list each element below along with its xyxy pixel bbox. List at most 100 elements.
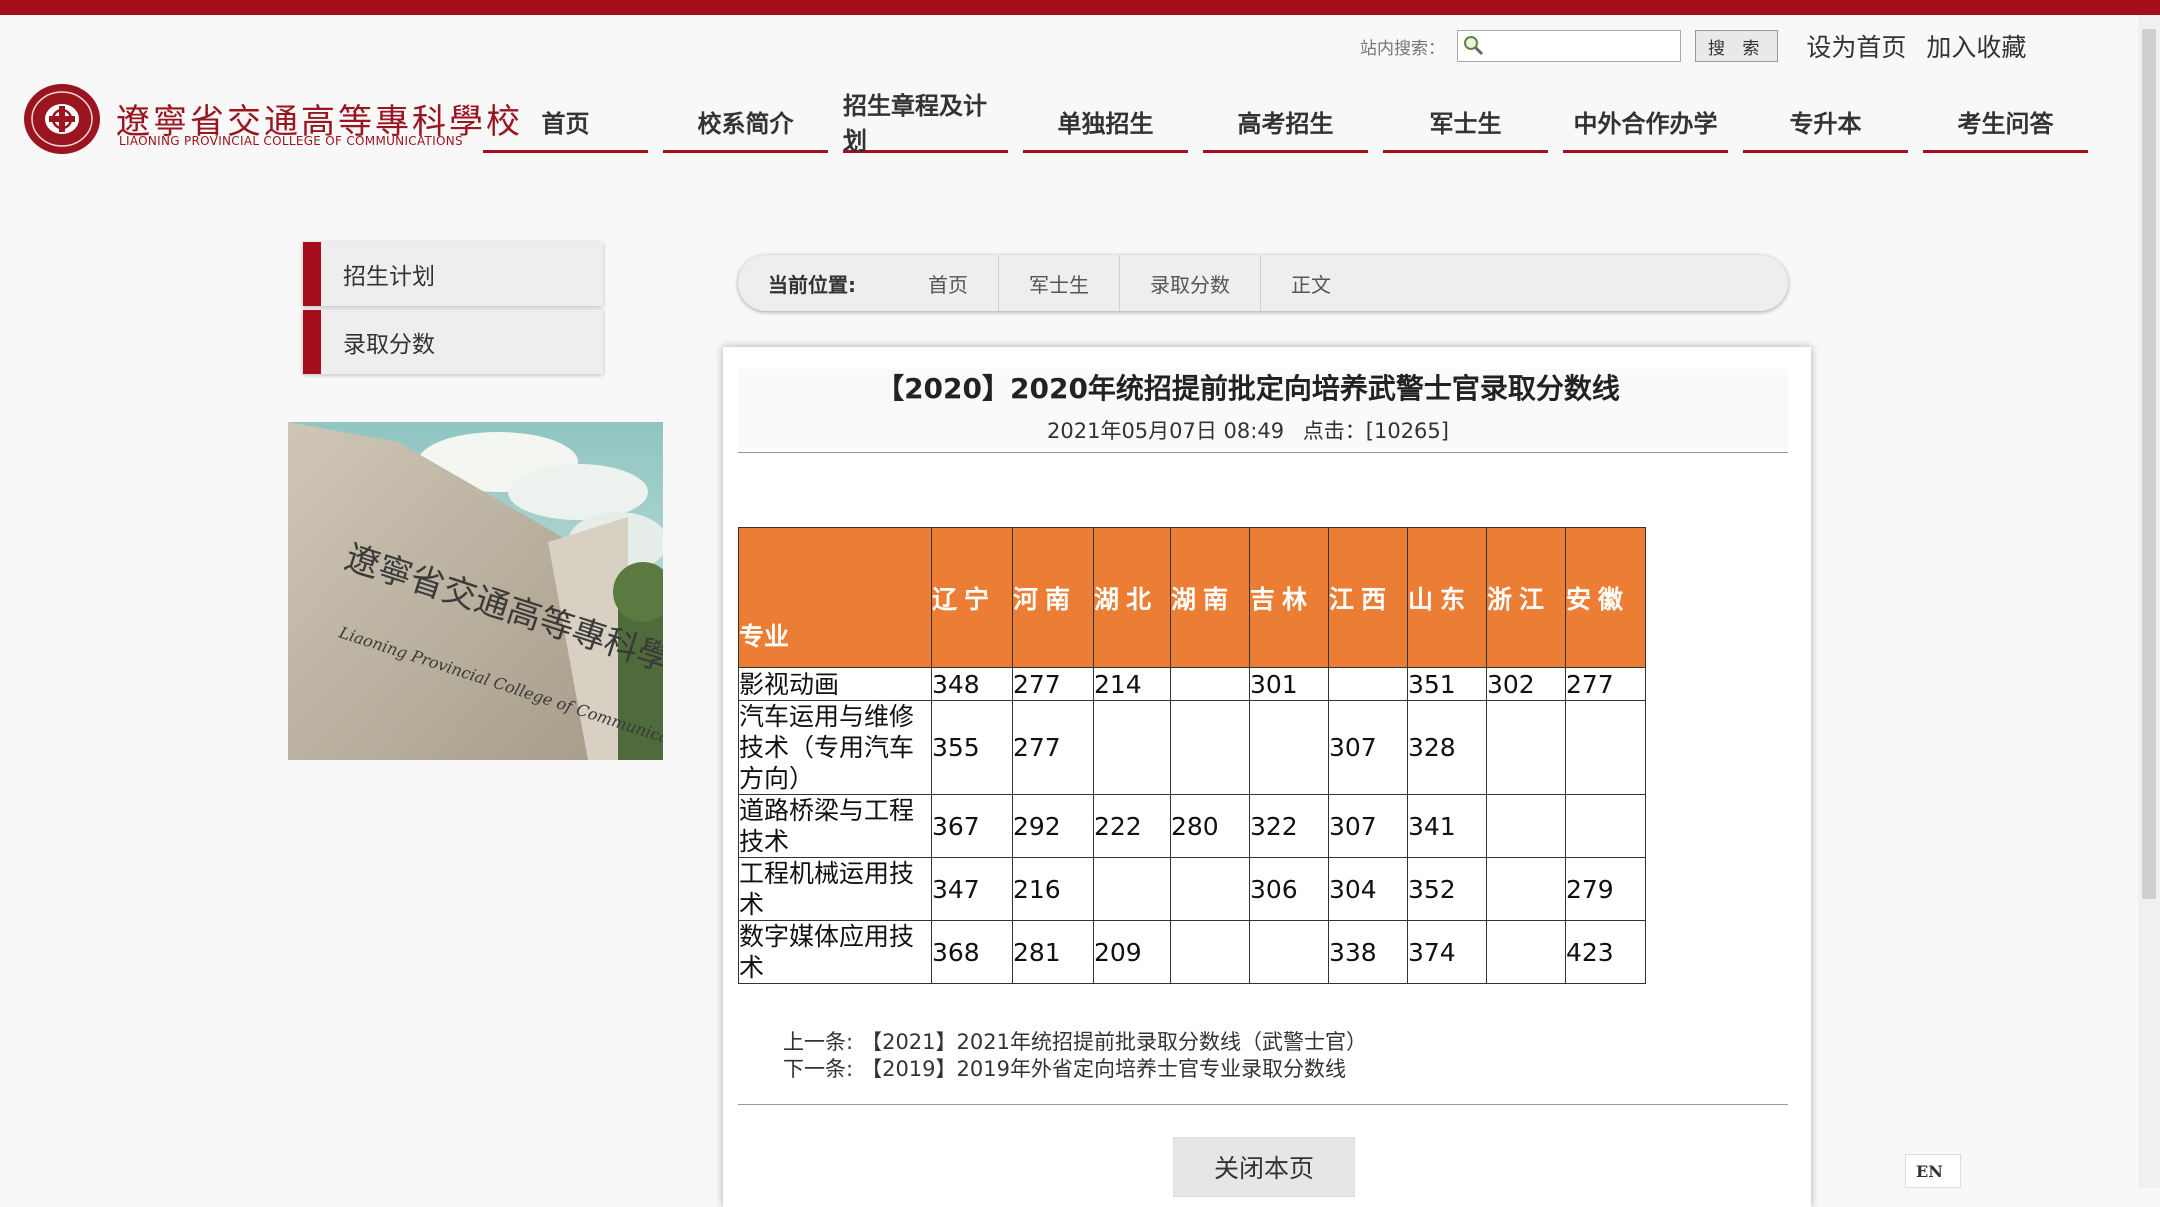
article-panel: 【2020】2020年统招提前批定向培养武警士官录取分数线 2021年05月07… (723, 347, 1811, 1207)
table-cell (1170, 857, 1250, 921)
table-cell: 307 (1328, 794, 1408, 858)
table-cell-major: 道路桥梁与工程技术 (738, 794, 932, 858)
nav-item-admission-plan[interactable]: 招生章程及计划 (843, 92, 1008, 155)
table-cell (1093, 700, 1171, 795)
table-header-province: 辽宁 (931, 527, 1013, 668)
table-cell (1093, 857, 1171, 921)
sidebar: 招生计划 录取分数 (303, 242, 603, 378)
nav-item-military[interactable]: 军士生 (1383, 92, 1548, 153)
article-title: 【2020】2020年统招提前批定向培养武警士官录取分数线 (876, 372, 1620, 405)
table-header-province: 江西 (1328, 527, 1408, 668)
breadcrumb-current: 正文 (1291, 272, 1331, 297)
table-cell: 222 (1093, 794, 1171, 858)
table-cell: 280 (1170, 794, 1250, 858)
footer-divider (738, 1104, 1788, 1105)
breadcrumb-label: 当前位置: (768, 272, 856, 297)
campus-photo: 遼寧省交通高等專科學校 Liaoning Provincial College … (288, 422, 663, 760)
table-cell-major: 数字媒体应用技术 (738, 920, 932, 984)
table-cell: 367 (931, 794, 1013, 858)
table-header-province: 山东 (1407, 527, 1487, 668)
prev-article-link[interactable]: 【2021】2021年统招提前批录取分数线（武警士官） (861, 1030, 1367, 1054)
table-header-province: 河南 (1012, 527, 1094, 668)
table-row: 汽车运用与维修技术（专用汽车方向） 355 277 307 328 (738, 700, 1646, 795)
table-cell (1170, 920, 1250, 984)
language-label: EN (1916, 1161, 1943, 1181)
table-header-province: 安徽 (1565, 527, 1646, 668)
next-article-link[interactable]: 【2019】2019年外省定向培养士官专业录取分数线 (861, 1057, 1346, 1081)
search-input[interactable] (1457, 30, 1681, 62)
nav-item-qa[interactable]: 考生问答 (1923, 92, 2088, 153)
nav-item-gaokao[interactable]: 高考招生 (1203, 92, 1368, 153)
table-cell: 304 (1328, 857, 1408, 921)
set-home-link[interactable]: 设为首页 (1806, 28, 1906, 64)
table-cell (1249, 700, 1329, 795)
sidebar-item-plan[interactable]: 招生计划 (303, 242, 603, 306)
table-cell: 277 (1012, 700, 1094, 795)
prev-next-links: 上一条: 【2021】2021年统招提前批录取分数线（武警士官） 下一条: 【201… (783, 1029, 1367, 1083)
nav-item-cooperation[interactable]: 中外合作办学 (1563, 92, 1728, 153)
table-row: 道路桥梁与工程技术 367 292 222 280 322 307 341 (738, 794, 1646, 858)
table-cell: 423 (1565, 920, 1646, 984)
table-row: 数字媒体应用技术 368 281 209 338 374 423 (738, 920, 1646, 984)
table-cell: 338 (1328, 920, 1408, 984)
breadcrumb-home[interactable]: 首页 (898, 255, 999, 311)
table-row: 工程机械运用技术 347 216 306 304 352 279 (738, 857, 1646, 921)
logo-english-name: LIAONING PROVINCIAL COLLEGE OF COMMUNICA… (119, 134, 463, 148)
search-button[interactable]: 搜 索 (1695, 30, 1779, 62)
breadcrumb-scores[interactable]: 录取分数 (1120, 255, 1261, 311)
table-cell-major: 影视动画 (738, 667, 932, 701)
article-date: 2021年05月07日 08:49 (1047, 419, 1285, 443)
search-row: 站内搜索： 搜 索 设为首页 加入收藏 (1360, 28, 2026, 64)
table-header-province: 浙江 (1486, 527, 1566, 668)
language-toggle-button[interactable]: EN (1905, 1154, 1961, 1188)
college-seal-icon (24, 84, 100, 154)
close-page-button[interactable]: 关闭本页 (1173, 1137, 1355, 1197)
vertical-scrollbar[interactable] (2138, 15, 2160, 1188)
table-cell: 341 (1407, 794, 1487, 858)
table-cell (1565, 700, 1646, 795)
scrollbar-thumb[interactable] (2142, 29, 2156, 899)
table-cell (1170, 700, 1250, 795)
table-cell: 307 (1328, 700, 1408, 795)
table-cell: 279 (1565, 857, 1646, 921)
search-label: 站内搜索： (1360, 38, 1445, 59)
table-cell: 306 (1249, 857, 1329, 921)
table-cell: 302 (1486, 667, 1566, 701)
table-cell-major: 汽车运用与维修技术（专用汽车方向） (738, 700, 932, 795)
table-cell: 216 (1012, 857, 1094, 921)
table-cell: 277 (1012, 667, 1094, 701)
nav-item-independent[interactable]: 单独招生 (1023, 92, 1188, 153)
table-cell: 292 (1012, 794, 1094, 858)
add-favorite-link[interactable]: 加入收藏 (1926, 28, 2026, 64)
table-header-province: 湖南 (1170, 527, 1250, 668)
table-cell-major: 工程机械运用技术 (738, 857, 932, 921)
article-hits: 点击：[10265] (1302, 419, 1449, 443)
table-cell: 368 (931, 920, 1013, 984)
college-logo[interactable]: 遼寧省交通高等專科學校 LIAONING PROVINCIAL COLLEGE … (22, 80, 520, 160)
table-cell (1249, 920, 1329, 984)
search-icon (1464, 36, 1484, 56)
sidebar-item-scores[interactable]: 录取分数 (303, 310, 603, 374)
table-header-major: 专业 (738, 527, 932, 668)
article-meta: 2021年05月07日 08:49 点击：[10265] (723, 415, 1773, 445)
table-header-province: 湖北 (1093, 527, 1171, 668)
table-cell: 348 (931, 667, 1013, 701)
breadcrumb-military[interactable]: 军士生 (999, 255, 1120, 311)
table-cell: 347 (931, 857, 1013, 921)
nav-item-home[interactable]: 首页 (483, 92, 648, 153)
table-cell: 328 (1407, 700, 1487, 795)
table-cell (1486, 920, 1566, 984)
nav-item-upgrade[interactable]: 专升本 (1743, 92, 1908, 153)
top-accent-bar (0, 0, 2160, 15)
table-cell: 322 (1249, 794, 1329, 858)
search-field[interactable] (1486, 33, 1675, 59)
table-cell: 351 (1407, 667, 1487, 701)
table-row: 影视动画 348 277 214 301 351 302 277 (738, 667, 1646, 701)
nav-item-about[interactable]: 校系简介 (663, 92, 828, 153)
table-cell (1170, 667, 1250, 701)
score-table: 专业 辽宁 河南 湖北 湖南 吉林 江西 山东 浙江 安徽 影视动画 348 2… (738, 527, 1646, 984)
table-cell (1328, 667, 1408, 701)
table-cell (1486, 700, 1566, 795)
table-header-row: 专业 辽宁 河南 湖北 湖南 吉林 江西 山东 浙江 安徽 (738, 527, 1646, 668)
prev-label: 上一条: (783, 1030, 854, 1054)
